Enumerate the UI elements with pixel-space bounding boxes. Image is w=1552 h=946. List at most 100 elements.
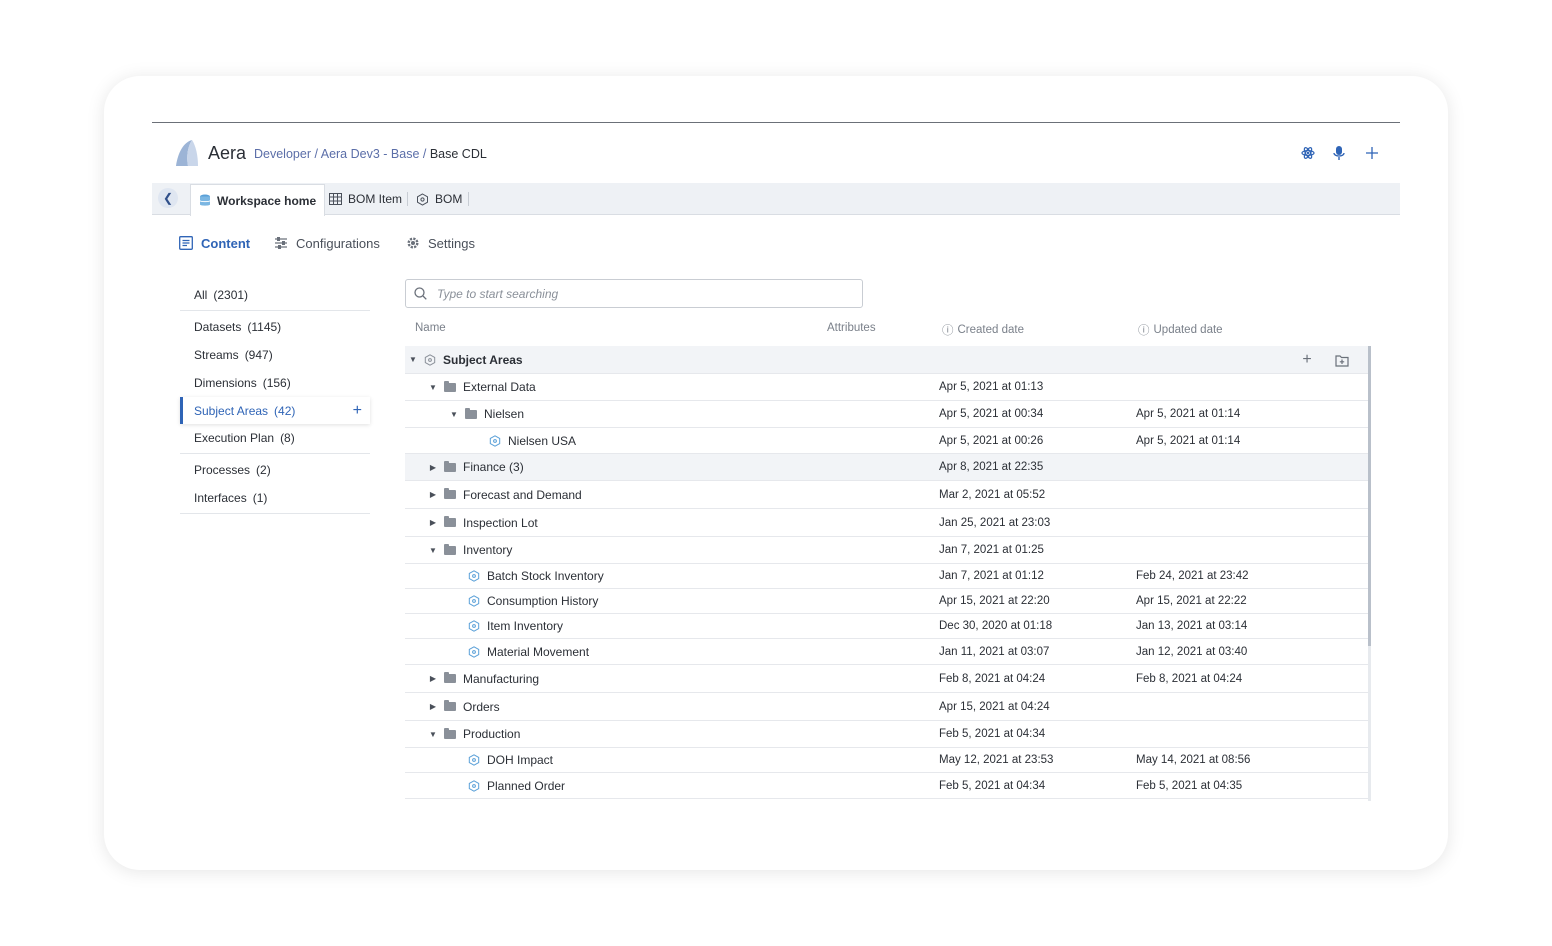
add-row-icon[interactable]: + xyxy=(1299,351,1315,368)
caret-right-icon[interactable]: ▶ xyxy=(429,702,437,711)
column-header-created[interactable]: ⓘ Created date xyxy=(942,322,1024,338)
row-created: Feb 5, 2021 at 04:34 xyxy=(939,728,1046,740)
table-row[interactable]: ▶ Orders Apr 15, 2021 at 04:24 xyxy=(405,693,1368,721)
table-row[interactable]: ▼ External Data Apr 5, 2021 at 01:13 xyxy=(405,374,1368,401)
search-input[interactable] xyxy=(435,285,839,302)
row-created: Dec 30, 2020 at 01:18 xyxy=(939,620,1053,632)
caret-down-icon[interactable]: ▼ xyxy=(429,383,437,392)
table-row[interactable]: ▶ Forecast and Demand Mar 2, 2021 at 05:5… xyxy=(405,481,1368,509)
row-created: Feb 8, 2021 at 04:24 xyxy=(939,672,1046,685)
row-name: Subject Areas xyxy=(443,352,523,367)
hexagon-icon xyxy=(468,645,480,658)
caret-right-icon[interactable]: ▶ xyxy=(429,490,437,499)
tab-bom-item[interactable]: BOM Item xyxy=(329,184,402,214)
row-updated: Apr 5, 2021 at 01:14 xyxy=(1136,408,1241,420)
table-row[interactable]: Item Inventory Dec 30, 2020 at 01:18 Jan… xyxy=(405,614,1368,639)
sidebar-item-execution-plan[interactable]: Execution Plan (8) xyxy=(180,424,370,451)
table-row[interactable]: DOH Impact May 12, 2021 at 23:53 May 14,… xyxy=(405,748,1368,773)
sidebar-item-all[interactable]: All (2301) xyxy=(180,281,370,308)
caret-down-icon[interactable]: ▼ xyxy=(429,546,437,555)
tab-bom[interactable]: BOM xyxy=(416,184,462,214)
breadcrumb: Developer / Aera Dev3 - Base / Base CDL xyxy=(254,147,487,161)
table-row-root[interactable]: ▼ Subject Areas xyxy=(405,346,1368,374)
row-name: Manufacturing xyxy=(463,671,540,686)
sidebar-item-count: (156) xyxy=(262,375,291,390)
sidebar-item-count: (8) xyxy=(280,430,295,445)
folder-icon xyxy=(444,727,456,739)
caret-right-icon[interactable]: ▶ xyxy=(429,463,437,472)
react-icon[interactable] xyxy=(1299,144,1317,162)
sidebar-item-interfaces[interactable]: Interfaces (1) xyxy=(180,484,370,511)
caret-down-icon[interactable]: ▼ xyxy=(409,355,417,364)
sidebar-item-processes[interactable]: Processes (2) xyxy=(180,456,370,483)
sidebar-item-streams[interactable]: Streams (947) xyxy=(180,341,370,368)
sidebar-divider xyxy=(180,453,370,454)
column-header-updated[interactable]: ⓘ Updated date xyxy=(1138,322,1223,338)
row-created: Apr 15, 2021 at 22:20 xyxy=(939,595,1050,607)
sidebar-divider xyxy=(180,310,370,311)
table-row[interactable]: ▼ Production Feb 5, 2021 at 04:34 xyxy=(405,721,1368,748)
table-row[interactable]: Planned Order Feb 5, 2021 at 04:34 Feb 5… xyxy=(405,773,1368,799)
table-row[interactable]: ▶ Finance (3) Apr 8, 2021 at 22:35 xyxy=(405,454,1368,481)
breadcrumb-developer[interactable]: Developer xyxy=(254,147,311,161)
row-created: Apr 5, 2021 at 01:13 xyxy=(939,381,1044,393)
breadcrumb-workspace[interactable]: Aera Dev3 - Base xyxy=(321,147,420,161)
subnav-settings[interactable]: Settings xyxy=(406,234,475,252)
hexagon-icon xyxy=(417,192,428,206)
add-subject-area-icon[interactable]: + xyxy=(353,402,362,420)
caret-right-icon[interactable]: ▶ xyxy=(429,518,437,527)
row-name: Item Inventory xyxy=(487,619,564,633)
row-name: Inventory xyxy=(463,543,513,557)
table-row[interactable]: ▼ Inventory Jan 7, 2021 at 01:25 xyxy=(405,537,1368,564)
sidebar-item-datasets[interactable]: Datasets (1145) xyxy=(180,313,370,340)
row-created: Jan 11, 2021 at 03:07 xyxy=(939,645,1050,658)
microphone-icon[interactable] xyxy=(1330,144,1348,162)
row-name: Orders xyxy=(463,699,500,714)
scrollbar-thumb[interactable] xyxy=(1368,346,1371,646)
sidebar-item-count: (42) xyxy=(274,403,296,418)
caret-right-icon[interactable]: ▶ xyxy=(429,674,437,683)
folder-icon xyxy=(444,543,456,555)
search-box xyxy=(405,279,863,308)
row-created: Apr 5, 2021 at 00:26 xyxy=(939,434,1044,447)
caret-down-icon[interactable]: ▼ xyxy=(450,410,458,419)
folder-icon xyxy=(444,672,456,683)
brand-name: Aera xyxy=(208,143,247,163)
row-created: Jan 25, 2021 at 23:03 xyxy=(939,516,1051,529)
add-folder-icon[interactable] xyxy=(1334,352,1350,368)
table-row[interactable]: Material Movement Jan 11, 2021 at 03:07 … xyxy=(405,639,1368,665)
column-header-attributes[interactable]: Attributes xyxy=(827,322,876,334)
column-label: Attributes xyxy=(827,322,876,334)
add-icon[interactable] xyxy=(1363,144,1381,162)
subnav-configurations[interactable]: Configurations xyxy=(274,234,380,252)
hexagon-icon xyxy=(468,595,480,607)
table-row[interactable]: ▶ Manufacturing Feb 8, 2021 at 04:24 Feb … xyxy=(405,665,1368,693)
hexagon-icon xyxy=(468,754,480,766)
sidebar-item-count: (2301) xyxy=(213,287,249,302)
sidebar-item-subject-areas[interactable]: Subject Areas (42) + xyxy=(180,397,370,424)
sidebar-item-dimensions[interactable]: Dimensions (156) xyxy=(180,369,370,396)
column-header-name[interactable]: Name xyxy=(415,322,446,334)
back-button[interactable]: ❮ xyxy=(158,188,178,208)
sidebar-item-label: Processes xyxy=(194,462,251,477)
hexagon-icon xyxy=(468,620,480,632)
caret-down-icon[interactable]: ▼ xyxy=(429,730,437,739)
table-row[interactable]: ▶ Inspection Lot Jan 25, 2021 at 23:03 xyxy=(405,509,1368,537)
row-created: Apr 15, 2021 at 04:24 xyxy=(939,700,1050,713)
row-updated: Apr 15, 2021 at 22:22 xyxy=(1136,595,1247,607)
info-icon: ⓘ xyxy=(1138,325,1150,337)
table-row[interactable]: Consumption History Apr 15, 2021 at 22:2… xyxy=(405,589,1368,614)
sidebar-item-count: (947) xyxy=(244,347,273,362)
sidebar-divider xyxy=(180,513,370,514)
column-label: Updated date xyxy=(1153,324,1223,336)
subnav-content[interactable]: Content xyxy=(179,234,250,252)
sidebar-item-label: All xyxy=(194,287,208,302)
table-row[interactable]: ▼ Nielsen Apr 5, 2021 at 00:34 Apr 5, 202… xyxy=(405,401,1368,428)
tab-workspace-home[interactable]: Workspace home xyxy=(190,184,326,216)
row-name: Batch Stock Inventory xyxy=(487,569,604,583)
sidebar-item-label: Execution Plan xyxy=(194,430,275,445)
table-row[interactable]: Nielsen USA Apr 5, 2021 at 00:26 Apr 5, … xyxy=(405,428,1368,454)
table-row[interactable]: Batch Stock Inventory Jan 7, 2021 at 01:… xyxy=(405,564,1368,589)
column-label: Name xyxy=(415,322,446,334)
tab-label: BOM Item xyxy=(348,192,403,206)
